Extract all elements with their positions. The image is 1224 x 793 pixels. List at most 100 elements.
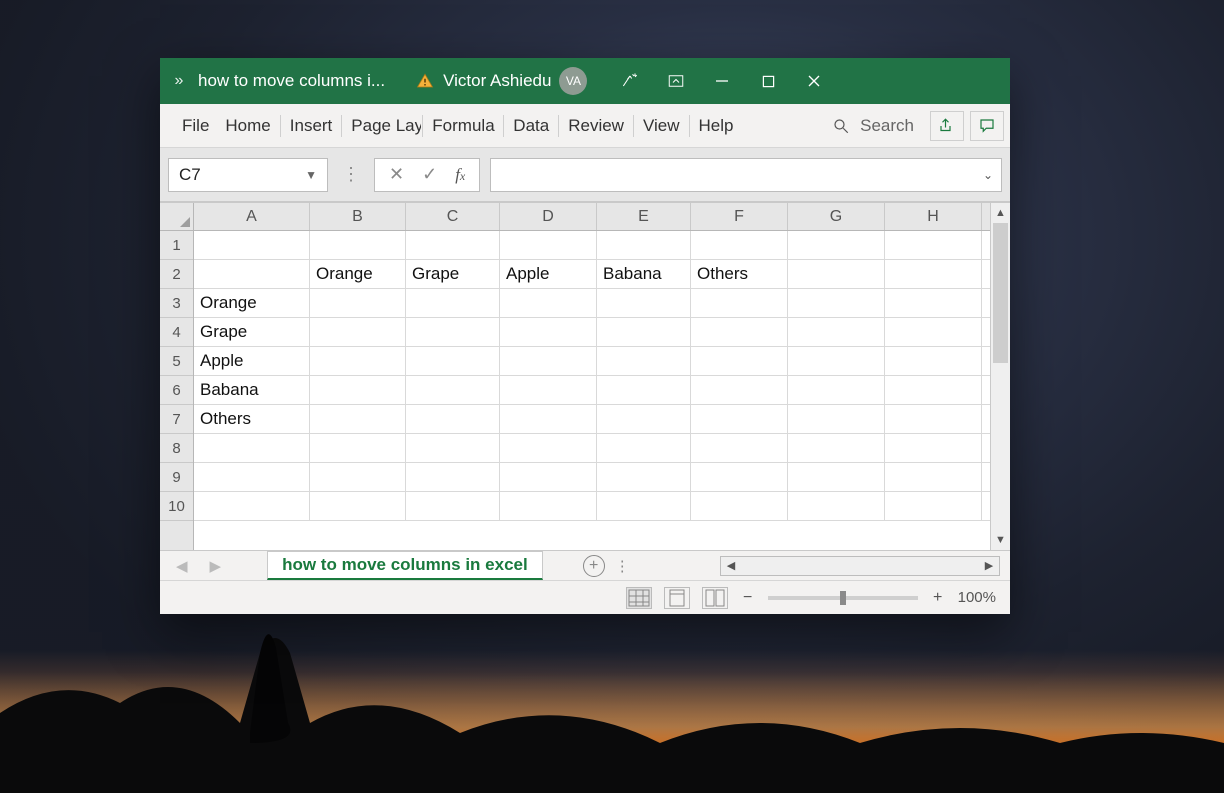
row-header[interactable]: 6 [160, 376, 193, 405]
cell[interactable] [597, 405, 691, 433]
cell[interactable] [406, 289, 500, 317]
cell[interactable] [310, 434, 406, 462]
insert-function-icon[interactable]: fx [455, 165, 465, 185]
formula-input[interactable]: ⌄ [490, 158, 1002, 192]
column-header[interactable]: E [597, 203, 691, 230]
cell[interactable] [691, 318, 788, 346]
column-header[interactable]: H [885, 203, 982, 230]
row-header[interactable]: 7 [160, 405, 193, 434]
enter-formula-icon[interactable]: ✓ [422, 164, 437, 185]
cell[interactable] [597, 347, 691, 375]
warning-icon[interactable] [415, 72, 435, 90]
cell[interactable]: Grape [194, 318, 310, 346]
avatar[interactable]: VA [559, 67, 587, 95]
ribbon-tab-formulas[interactable]: Formula [424, 104, 502, 147]
view-normal-button[interactable] [626, 587, 652, 609]
cell[interactable] [406, 376, 500, 404]
cell[interactable] [406, 318, 500, 346]
cell[interactable] [310, 318, 406, 346]
cell[interactable] [500, 463, 597, 491]
column-header[interactable]: F [691, 203, 788, 230]
cell[interactable] [788, 231, 885, 259]
cell[interactable] [885, 434, 982, 462]
comments-button[interactable] [970, 111, 1004, 141]
cell[interactable] [788, 434, 885, 462]
cell[interactable] [691, 376, 788, 404]
row-header[interactable]: 8 [160, 434, 193, 463]
row-header[interactable]: 5 [160, 347, 193, 376]
new-sheet-button[interactable]: + [583, 555, 605, 577]
cell[interactable] [500, 376, 597, 404]
cell[interactable] [885, 405, 982, 433]
user-name[interactable]: Victor Ashiedu [443, 71, 551, 91]
cell[interactable] [406, 347, 500, 375]
scroll-left-icon[interactable]: ◀ [721, 559, 741, 572]
column-header[interactable]: B [310, 203, 406, 230]
cell[interactable]: Babana [597, 260, 691, 288]
cell[interactable] [788, 260, 885, 288]
ribbon-tab-review[interactable]: Review [560, 104, 632, 147]
view-page-break-button[interactable] [702, 587, 728, 609]
cell[interactable] [406, 434, 500, 462]
zoom-level[interactable]: 100% [958, 589, 996, 606]
tell-me-search[interactable]: Search [822, 116, 924, 136]
cell[interactable] [500, 318, 597, 346]
cell[interactable] [194, 434, 310, 462]
sheet-tabs-more-icon[interactable]: ⋮ [615, 557, 630, 575]
cell[interactable]: Babana [194, 376, 310, 404]
cell[interactable] [500, 347, 597, 375]
cell[interactable] [885, 318, 982, 346]
cell[interactable] [885, 376, 982, 404]
cell[interactable] [597, 289, 691, 317]
cell[interactable] [310, 231, 406, 259]
ribbon-tab-home[interactable]: Home [217, 104, 278, 147]
view-page-layout-button[interactable] [664, 587, 690, 609]
column-header[interactable]: G [788, 203, 885, 230]
row-header[interactable]: 3 [160, 289, 193, 318]
cell[interactable] [885, 347, 982, 375]
cell[interactable]: Orange [194, 289, 310, 317]
share-button[interactable] [930, 111, 964, 141]
zoom-slider[interactable] [768, 596, 918, 600]
column-header[interactable]: C [406, 203, 500, 230]
cell[interactable] [406, 463, 500, 491]
cell[interactable] [310, 289, 406, 317]
ribbon-tab-pagelayout[interactable]: Page Lay [343, 104, 421, 147]
cell[interactable]: Others [691, 260, 788, 288]
scroll-right-icon[interactable]: ▶ [979, 559, 999, 572]
zoom-out-button[interactable]: − [740, 589, 756, 607]
cell[interactable] [691, 463, 788, 491]
sheet-nav-prev-icon[interactable]: ◀ [170, 557, 194, 575]
formula-bar-more-icon[interactable]: ⋮ [338, 164, 364, 185]
coming-soon-icon[interactable] [607, 58, 653, 104]
cell[interactable] [500, 434, 597, 462]
ribbon-tab-file[interactable]: File [174, 104, 217, 147]
zoom-knob[interactable] [840, 591, 846, 605]
cell[interactable] [597, 434, 691, 462]
cell[interactable]: Apple [194, 347, 310, 375]
cell[interactable] [788, 289, 885, 317]
cell[interactable] [885, 231, 982, 259]
row-header[interactable]: 9 [160, 463, 193, 492]
cell[interactable] [597, 231, 691, 259]
scroll-thumb[interactable] [993, 223, 1008, 363]
column-header[interactable]: D [500, 203, 597, 230]
cell[interactable] [597, 376, 691, 404]
cancel-formula-icon[interactable]: ✕ [389, 164, 404, 185]
select-all-corner[interactable] [160, 203, 193, 231]
ribbon-tab-view[interactable]: View [635, 104, 688, 147]
cell[interactable] [788, 492, 885, 520]
name-box-dropdown-icon[interactable]: ▼ [305, 168, 317, 182]
cell[interactable]: Others [194, 405, 310, 433]
name-box[interactable]: C7 ▼ [168, 158, 328, 192]
cell[interactable] [310, 376, 406, 404]
cell[interactable] [885, 492, 982, 520]
cell[interactable] [597, 492, 691, 520]
row-header[interactable]: 4 [160, 318, 193, 347]
quick-access-more-icon[interactable]: » [160, 72, 198, 90]
maximize-button[interactable] [745, 58, 791, 104]
cell[interactable]: Orange [310, 260, 406, 288]
close-button[interactable] [791, 58, 837, 104]
cell[interactable] [788, 405, 885, 433]
cell[interactable] [194, 231, 310, 259]
